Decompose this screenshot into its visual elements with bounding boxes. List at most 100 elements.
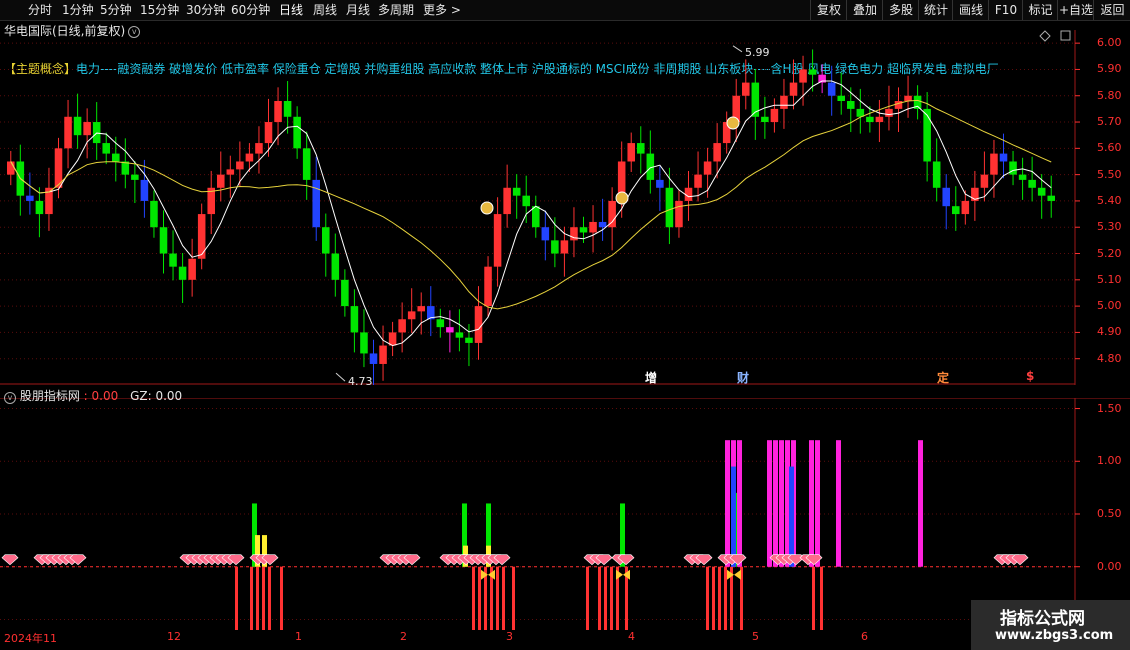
candle-body-108 — [1037, 187, 1046, 196]
period-tab-9[interactable]: 多周期 — [378, 0, 414, 20]
butterfly-icon-2 — [727, 569, 741, 580]
neg-bar-6 — [472, 566, 475, 630]
candle-body-51 — [493, 214, 502, 267]
candle-body-60 — [579, 227, 588, 233]
toolbar-button-8[interactable]: 返回 — [1093, 0, 1130, 20]
candle-body-104 — [999, 153, 1008, 162]
pos-magenta-11 — [918, 440, 923, 567]
candle-body-27 — [264, 122, 273, 144]
neg-bar-19 — [706, 566, 709, 630]
price-tick-8: 5.20 — [1097, 246, 1122, 260]
pos-magenta-5 — [779, 440, 784, 567]
diamond-signal-0 — [1, 554, 19, 566]
candle-body-56 — [541, 227, 550, 241]
candle-body-97 — [932, 161, 941, 188]
candle-body-94 — [904, 95, 912, 101]
high-label-pointer — [732, 45, 743, 53]
candle-body-14 — [140, 179, 149, 201]
neg-bar-13 — [586, 566, 589, 630]
candle-body-81 — [780, 95, 788, 109]
candle-body-28 — [274, 101, 282, 123]
candle-body-24 — [236, 161, 244, 170]
candle-body-36 — [350, 306, 359, 333]
date-tick-7: 6 — [861, 630, 868, 643]
neg-bar-5 — [280, 566, 283, 630]
candle-body-17 — [169, 253, 177, 267]
indicator-chart[interactable] — [0, 398, 1130, 630]
candle-body-49 — [474, 306, 483, 343]
candle-body-74 — [713, 143, 721, 162]
event-marker-ding[interactable]: 定 — [937, 369, 949, 386]
candle-body-11 — [112, 153, 120, 162]
candle-body-9 — [92, 122, 101, 144]
pos-magenta-10 — [836, 440, 841, 567]
date-tick-4: 3 — [506, 630, 513, 643]
watermark-line1: 指标公式网 — [1000, 609, 1085, 629]
candle-body-39 — [379, 345, 387, 364]
candle-body-84 — [808, 69, 817, 75]
period-tab-7[interactable]: 周线 — [313, 0, 337, 20]
candle-body-63 — [608, 200, 616, 228]
period-tab-5[interactable]: 60分钟 — [231, 0, 270, 20]
candle-body-37 — [360, 332, 368, 354]
candle-body-6 — [64, 116, 72, 149]
candle-body-26 — [255, 143, 263, 154]
low-label-pointer — [335, 372, 346, 382]
price-tick-9: 5.10 — [1097, 272, 1122, 286]
indicator-tick-3: 0.00 — [1097, 559, 1122, 573]
high-label: 5.99 — [745, 46, 770, 59]
indicator-tick-1: 1.00 — [1097, 454, 1122, 468]
period-tab-1[interactable]: 1分钟 — [62, 0, 94, 20]
candle-body-45 — [436, 319, 445, 328]
toolbar-button-0[interactable]: 复权 — [810, 0, 847, 20]
candle-body-8 — [83, 122, 91, 136]
period-tab-4[interactable]: 30分钟 — [186, 0, 225, 20]
price-tick-11: 4.90 — [1097, 325, 1122, 339]
event-marker-cai[interactable]: 财 — [737, 369, 749, 386]
period-tab-3[interactable]: 15分钟 — [140, 0, 179, 20]
candle-body-99 — [952, 206, 960, 215]
candle-body-72 — [694, 174, 702, 188]
candle-body-82 — [789, 82, 798, 96]
butterfly-icon-1 — [616, 569, 630, 580]
event-marker-dollar[interactable]: $ — [1026, 369, 1034, 383]
toolbar-button-6[interactable]: 标记 — [1022, 0, 1058, 20]
indicator-tick-0: 1.50 — [1097, 401, 1122, 415]
price-tick-6: 5.40 — [1097, 193, 1122, 207]
event-marker-zeng[interactable]: 增 — [645, 369, 657, 386]
toolbar-button-1[interactable]: 叠加 — [846, 0, 883, 20]
toolbar-button-4[interactable]: 画线 — [952, 0, 989, 20]
price-tick-3: 5.70 — [1097, 115, 1122, 129]
period-tab-6[interactable]: 日线 — [279, 0, 303, 20]
toolbar-button-3[interactable]: 统计 — [918, 0, 953, 20]
period-tab-2[interactable]: 5分钟 — [100, 0, 132, 20]
pos-magenta-0 — [725, 440, 730, 567]
candle-body-10 — [102, 143, 110, 154]
date-tick-2: 1 — [295, 630, 302, 643]
price-chart[interactable]: 5.99 4.73 — [0, 30, 1130, 385]
toolbar-button-5[interactable]: F10 — [988, 0, 1023, 20]
toolbar-button-7[interactable]: +自选 — [1057, 0, 1094, 20]
candle-body-93 — [894, 101, 903, 109]
candle-body-66 — [637, 143, 645, 154]
period-tab-0[interactable]: 分时 — [28, 0, 52, 20]
pos-blue-0 — [731, 466, 736, 567]
period-tab-8[interactable]: 月线 — [346, 0, 370, 20]
period-toolbar: 分时 1分钟 5分钟 15分钟 30分钟 60分钟 日线 周线 月线 多周期 更多 > 复权 叠加 多股统… — [0, 0, 1130, 21]
date-tick-1: 12 — [167, 630, 181, 643]
indicator-dropdown-icon[interactable]: v — [4, 392, 16, 404]
neg-bar-10 — [496, 566, 499, 630]
candle-body-87 — [837, 95, 845, 101]
candle-body-34 — [331, 253, 340, 280]
candle-body-30 — [293, 116, 301, 149]
candle-body-102 — [980, 174, 989, 188]
candle-body-62 — [598, 221, 607, 228]
candle-body-57 — [551, 240, 559, 254]
price-tick-10: 5.00 — [1097, 299, 1122, 313]
candle-body-18 — [178, 266, 187, 280]
toolbar-button-2[interactable]: 多股 — [882, 0, 919, 20]
candle-body-20 — [197, 214, 206, 259]
period-tab-10[interactable]: 更多 > — [423, 0, 461, 20]
candle-body-29 — [283, 101, 292, 117]
candle-body-77 — [742, 82, 750, 96]
